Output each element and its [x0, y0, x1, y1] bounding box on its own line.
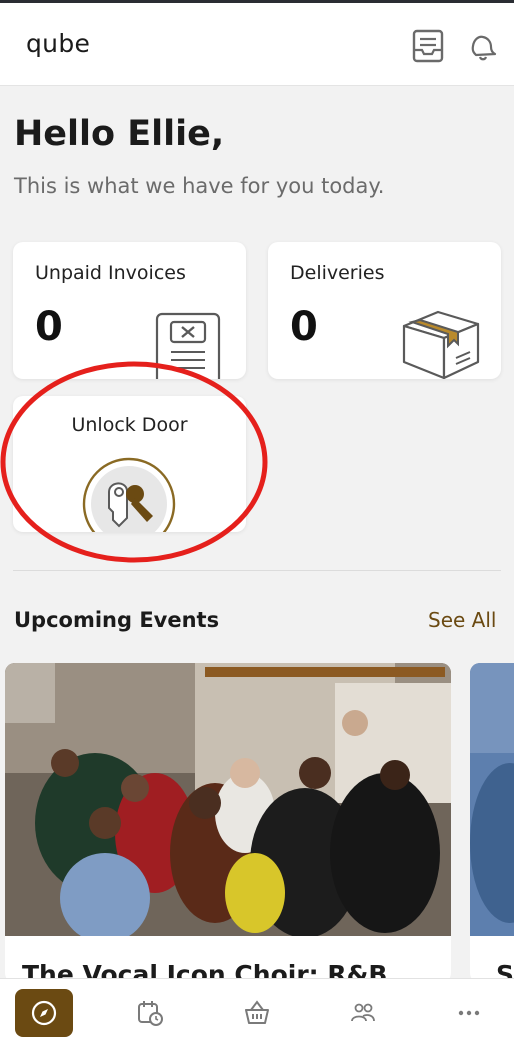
more-icon: [458, 1010, 480, 1016]
unpaid-invoices-card[interactable]: Unpaid Invoices 0: [13, 242, 246, 379]
unpaid-invoices-label: Unpaid Invoices: [35, 262, 186, 284]
bell-icon[interactable]: [464, 28, 500, 64]
unpaid-invoices-count: 0: [35, 304, 63, 350]
greeting-subtitle: This is what we have for you today.: [14, 174, 385, 198]
deliveries-label: Deliveries: [290, 262, 385, 284]
app-logo: qube: [26, 29, 91, 58]
people-icon: [351, 1003, 375, 1022]
tab-discover[interactable]: [15, 989, 73, 1037]
invoice-icon: [153, 308, 233, 379]
event-card[interactable]: [470, 663, 514, 983]
tab-bookings[interactable]: [121, 989, 179, 1037]
see-all-link[interactable]: See All: [428, 608, 496, 632]
deliveries-count: 0: [290, 304, 318, 350]
compass-icon: [31, 1000, 57, 1026]
tab-community[interactable]: [334, 989, 392, 1037]
basket-icon: [245, 1000, 269, 1024]
unlock-door-label: Unlock Door: [71, 414, 188, 436]
upcoming-events-title: Upcoming Events: [14, 608, 220, 632]
bottom-tab-bar: [0, 978, 514, 1042]
event-card[interactable]: [5, 663, 451, 983]
section-divider: [13, 570, 501, 571]
greeting-title: Hello Ellie,: [14, 114, 225, 154]
tab-more[interactable]: [440, 989, 498, 1037]
inbox-icon[interactable]: [410, 28, 446, 64]
deliveries-card[interactable]: Deliveries 0: [268, 242, 501, 379]
event-photo: [470, 663, 514, 936]
calendar-icon: [138, 1001, 163, 1026]
app-header: qube: [0, 3, 514, 86]
key-icon: [79, 454, 179, 532]
event-photo: [5, 663, 451, 936]
package-icon: [398, 304, 488, 379]
tab-shop[interactable]: [228, 989, 286, 1037]
unlock-door-card[interactable]: Unlock Door: [13, 396, 246, 532]
